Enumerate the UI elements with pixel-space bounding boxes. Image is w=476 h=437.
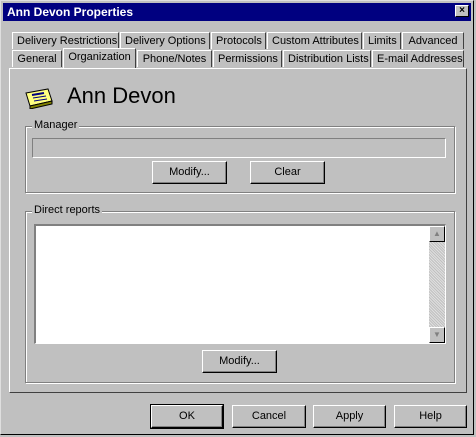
tab-organization[interactable]: Organization: [63, 48, 136, 68]
tab-protocols[interactable]: Protocols: [211, 32, 266, 49]
close-button[interactable]: ×: [455, 5, 469, 17]
scroll-down-arrow-icon[interactable]: ▼: [429, 327, 445, 343]
tab-distribution-lists[interactable]: Distribution Lists: [283, 50, 371, 67]
properties-dialog: Ann Devon Properties × Delivery Restrict…: [0, 0, 474, 435]
tab-phone-notes[interactable]: Phone/Notes: [137, 50, 212, 67]
direct-reports-scrollbar[interactable]: ▲ ▼: [429, 226, 445, 343]
tab-email-addresses[interactable]: E-mail Addresses: [372, 50, 464, 67]
manager-label: Manager: [32, 119, 80, 131]
manager-modify-button[interactable]: Modify...: [152, 161, 227, 184]
direct-reports-modify-button[interactable]: Modify...: [202, 350, 277, 373]
window-title: Ann Devon Properties: [7, 5, 134, 19]
tab-advanced[interactable]: Advanced: [402, 32, 464, 49]
user-display-name: Ann Devon: [67, 83, 176, 108]
mailbox-user-icon: [25, 88, 53, 109]
scroll-up-arrow-icon[interactable]: ▲: [429, 226, 445, 242]
cancel-button[interactable]: Cancel: [232, 405, 306, 428]
ok-button[interactable]: OK: [150, 404, 224, 429]
tab-permissions[interactable]: Permissions: [213, 50, 282, 67]
tab-general[interactable]: General: [12, 50, 62, 67]
direct-reports-label: Direct reports: [32, 204, 103, 216]
tab-custom-attributes[interactable]: Custom Attributes: [267, 32, 362, 49]
manager-field: [32, 138, 446, 158]
apply-button[interactable]: Apply: [313, 405, 386, 428]
manager-clear-button[interactable]: Clear: [250, 161, 325, 184]
tab-limits[interactable]: Limits: [363, 32, 401, 49]
tab-delivery-restrictions[interactable]: Delivery Restrictions: [12, 32, 119, 49]
manager-group: Manager: [25, 119, 455, 193]
tab-delivery-options[interactable]: Delivery Options: [120, 32, 210, 49]
title-bar[interactable]: Ann Devon Properties ×: [3, 3, 471, 21]
help-button[interactable]: Help: [394, 405, 467, 428]
direct-reports-list[interactable]: ▲ ▼: [34, 224, 446, 344]
